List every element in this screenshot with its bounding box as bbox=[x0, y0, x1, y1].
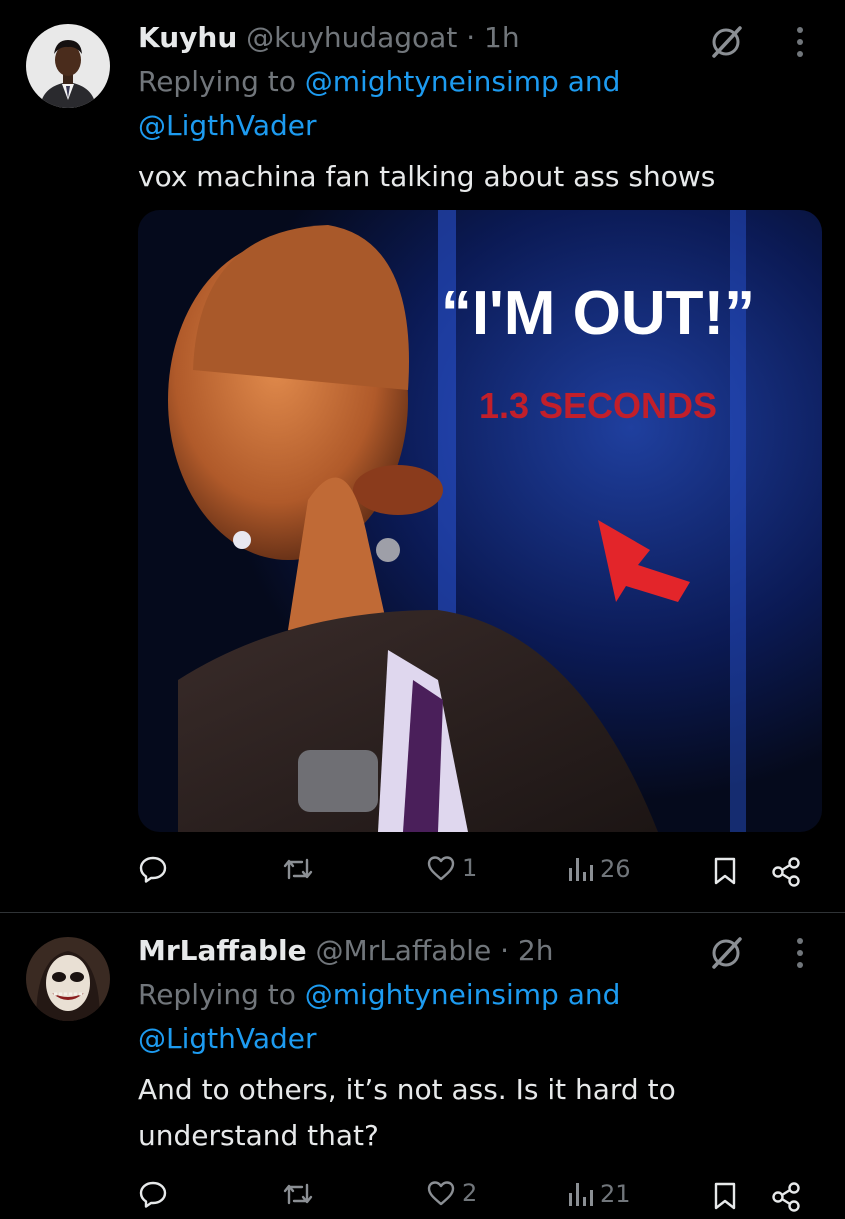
timestamp[interactable]: 1h bbox=[484, 21, 520, 54]
replying-to: Replying to @mightyneinsimp and bbox=[138, 975, 620, 1015]
grok-icon[interactable] bbox=[706, 22, 746, 66]
mention-ligthvader[interactable]: @LigthVader bbox=[138, 109, 317, 142]
bookmark-button[interactable] bbox=[712, 1181, 738, 1211]
separator: · bbox=[466, 21, 476, 54]
reply-icon bbox=[139, 1181, 167, 1208]
like-count: 2 bbox=[462, 1179, 478, 1207]
like-icon bbox=[427, 1181, 455, 1206]
like-count: 1 bbox=[462, 854, 478, 882]
mention-mightyneinsimp[interactable]: @mightyneinsimp bbox=[305, 65, 559, 98]
share-icon bbox=[772, 1182, 800, 1212]
handle[interactable]: @MrLaffable bbox=[316, 934, 492, 967]
replying-to-label: Replying to bbox=[138, 978, 296, 1011]
tweet-media-image[interactable]: “I'M OUT!” 1.3 SECONDS bbox=[138, 210, 822, 832]
separator: · bbox=[500, 934, 509, 967]
tweet-kuyhu[interactable]: Kuyhu @kuyhudagoat · 1h Replying to @mig… bbox=[0, 0, 845, 912]
tweet-header: MrLaffable @MrLaffable · 2h bbox=[138, 933, 553, 969]
like-button[interactable]: 2 bbox=[426, 1179, 477, 1207]
more-icon[interactable] bbox=[790, 24, 810, 64]
grok-icon[interactable] bbox=[706, 933, 746, 977]
tweet-actions: 2 21 bbox=[0, 1179, 845, 1219]
views-icon bbox=[569, 858, 593, 881]
avatar[interactable] bbox=[26, 24, 110, 108]
views-icon bbox=[569, 1183, 593, 1206]
mention-ligthvader[interactable]: @LigthVader bbox=[138, 1022, 317, 1055]
repost-icon bbox=[283, 1183, 313, 1205]
mention-and[interactable]: and bbox=[568, 978, 621, 1011]
repost-icon bbox=[283, 858, 313, 880]
replying-to: Replying to @mightyneinsimp and bbox=[138, 62, 620, 102]
views-count: 21 bbox=[600, 1180, 631, 1208]
replying-to-line-2: @LigthVader bbox=[138, 1019, 317, 1059]
like-button[interactable]: 1 bbox=[426, 854, 477, 882]
reply-icon bbox=[139, 856, 167, 883]
avatar[interactable] bbox=[26, 937, 110, 1021]
tweet-mrlaffable[interactable]: MrLaffable @MrLaffable · 2h Replying to … bbox=[0, 913, 845, 1212]
views-count: 26 bbox=[600, 855, 631, 883]
mention-and[interactable]: and bbox=[568, 65, 621, 98]
repost-button[interactable] bbox=[282, 854, 320, 884]
avatar-image bbox=[26, 24, 110, 108]
tweet-text-line-2: understand that? bbox=[138, 1119, 379, 1152]
tweet-text: vox machina fan talking about ass shows bbox=[138, 160, 716, 193]
share-button[interactable] bbox=[770, 856, 802, 888]
tweet-text-line-1: And to others, it’s not ass. Is it hard … bbox=[138, 1073, 676, 1106]
mention-mightyneinsimp[interactable]: @mightyneinsimp bbox=[305, 978, 559, 1011]
share-icon bbox=[772, 857, 800, 887]
bookmark-icon bbox=[714, 857, 736, 885]
views-button[interactable]: 21 bbox=[566, 1179, 631, 1209]
timestamp[interactable]: 2h bbox=[518, 934, 554, 967]
like-icon bbox=[427, 856, 455, 881]
views-button[interactable]: 26 bbox=[566, 854, 631, 884]
media-quote-text: “I'M OUT!” bbox=[441, 279, 755, 348]
more-icon[interactable] bbox=[790, 935, 810, 975]
bookmark-button[interactable] bbox=[712, 856, 738, 886]
display-name[interactable]: MrLaffable bbox=[138, 934, 307, 967]
reply-button[interactable] bbox=[138, 854, 174, 884]
reply-button[interactable] bbox=[138, 1179, 174, 1209]
display-name[interactable]: Kuyhu bbox=[138, 21, 237, 54]
replying-to-label: Replying to bbox=[138, 65, 296, 98]
share-button[interactable] bbox=[770, 1181, 802, 1213]
tweet-actions: 1 26 bbox=[0, 854, 845, 894]
tweet-header: Kuyhu @kuyhudagoat · 1h bbox=[138, 20, 520, 56]
bookmark-icon bbox=[714, 1182, 736, 1210]
media-caption-text: 1.3 SECONDS bbox=[479, 385, 717, 426]
repost-button[interactable] bbox=[282, 1179, 320, 1209]
handle[interactable]: @kuyhudagoat bbox=[246, 21, 457, 54]
avatar-image bbox=[26, 937, 110, 1021]
replying-to-line-2: @LigthVader bbox=[138, 106, 317, 146]
